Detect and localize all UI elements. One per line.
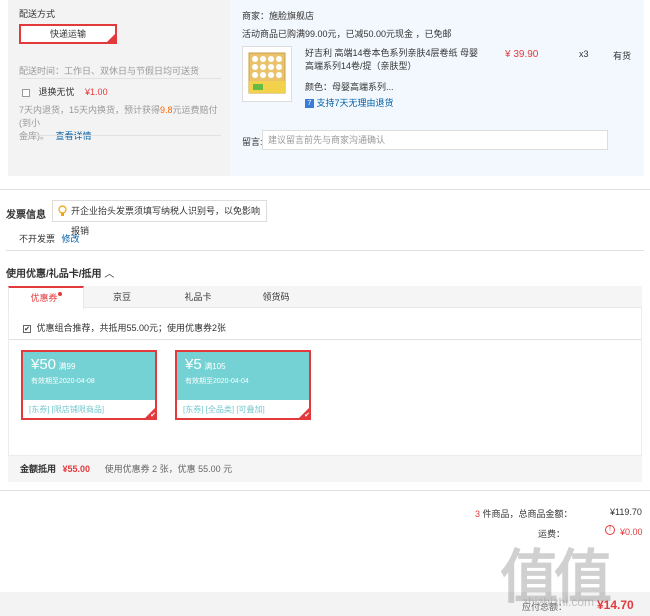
combo-option[interactable]: 优惠组合推荐，共抵用55.00元；使用优惠券2张 [23, 321, 226, 334]
coupon-summary: 金额抵用 ¥55.00 使用优惠券 2 张，优惠 55.00 元 [8, 456, 642, 482]
invoice-tip: 开企业抬头发票须填写纳税人识别号，以免影响报销 [52, 200, 267, 236]
coupon-amount: ¥50 [31, 356, 57, 373]
selected-check-icon: ✔ [105, 32, 117, 44]
coupon-card[interactable]: ¥5 满105 有效期至2020-04-04 [东券] [全品类] [可叠加] … [175, 350, 311, 420]
freight-amount: ¥0.00 [620, 527, 643, 537]
combo-checkbox[interactable] [23, 324, 31, 333]
combo-text: 优惠组合推荐，共抵用55.00元；使用优惠券2张 [36, 323, 227, 333]
coupon-header: ¥50 满99 有效期至2020-04-08 [23, 352, 155, 400]
coupon-tabs: 优惠券 京豆 礼品卡 领货码 [8, 286, 642, 309]
watermark-url: zhizhizhi.com [522, 595, 595, 609]
lightbulb-icon [58, 205, 67, 216]
return-desc-text-3: 金库)。 [19, 131, 49, 141]
coupon-tags: [东券] [全品类] [可叠加] [183, 405, 265, 414]
tab-coupons[interactable]: 优惠券 [8, 286, 84, 309]
shipping-title: 配送方式 [19, 9, 56, 19]
details-link[interactable]: 查看详情 [56, 131, 92, 141]
summary-label: 金额抵用 [20, 464, 57, 474]
divider [9, 339, 641, 340]
section-divider [0, 189, 650, 190]
product-image[interactable] [242, 46, 292, 102]
coupon-card[interactable]: ¥50 满99 有效期至2020-04-08 [东券] [限店铺限商品] ✔ [21, 350, 157, 420]
coupon-panel: 优惠组合推荐，共抵用55.00元；使用优惠券2张 ¥50 满99 有效期至202… [8, 308, 642, 456]
return-desc-amount: 9.8 [160, 105, 173, 115]
return-option[interactable]: 退换无忧 ¥1.00 [22, 85, 108, 98]
invoice-edit-link[interactable]: 修改 [62, 234, 80, 244]
shipping-method-button[interactable]: 快递运输 ✔ [19, 24, 117, 44]
summary-amount: ¥55.00 [62, 464, 91, 474]
invoice-status: 不开发票 修改 [19, 232, 80, 245]
goods-count-text: 件商品，总商品金额： [482, 509, 573, 519]
invoice-tip-text: 开企业抬头发票须填写纳税人识别号，以免影响报销 [71, 206, 261, 236]
promo-text: 活动商品已购满99.00元，已减50.00元现金 ，已免邮 [242, 29, 452, 39]
notification-dot-icon [57, 292, 62, 296]
product-name[interactable]: 好吉利 高端14卷本色系列亲肤4层卷纸 母婴 高端系列14卷/提（亲肤型） [305, 47, 478, 73]
product-qty: x3 [579, 49, 589, 59]
return-label: 退换无忧 [38, 87, 75, 97]
goods-count: 3 件商品，总商品金额： [475, 507, 573, 520]
coupon-condition: 满105 [204, 362, 226, 371]
selected-check-icon: ✔ [297, 406, 311, 420]
coupon-header: ¥5 满105 有效期至2020-04-04 [177, 352, 309, 400]
coupons-title[interactable]: 使用优惠/礼品卡/抵用 ︿ [6, 265, 114, 280]
coupon-tags: [东券] [限店铺限商品] [29, 405, 105, 414]
delivery-time: 配送时间：工作日、双休日与节假日均可送货 [19, 66, 200, 76]
selected-check-icon: ✔ [143, 406, 157, 420]
shipping-method-label: 快递运输 [49, 29, 86, 39]
product-name-line-2: 高端系列14卷/提（亲肤型） [305, 61, 417, 71]
return-badge-text: 支持7天无理由退货 [316, 98, 394, 108]
invoice-title: 发票信息 [6, 210, 46, 221]
return-desc-text: 7天内退货，15天内换货，预计获得 [19, 105, 161, 115]
tab-gift-card[interactable]: 礼品卡 [160, 286, 236, 308]
invoice-status-text: 不开发票 [19, 234, 56, 244]
return-checkbox[interactable] [22, 88, 30, 97]
merchant-name: 商家：施脸旗舰店 [242, 11, 315, 21]
coupon-condition: 满99 [58, 362, 76, 371]
toilet-paper-image-icon [248, 52, 286, 94]
goods-count-num: 3 [475, 509, 481, 519]
comment-input[interactable]: 建议留言前先与商家沟通确认 [262, 130, 608, 150]
divider [19, 135, 221, 136]
goods-total: ¥119.70 [610, 507, 642, 517]
product-stock: 有货 [613, 51, 632, 61]
comment-label: 留言: [242, 137, 263, 147]
return-badge: 7 支持7天无理由退货 [305, 96, 394, 109]
return-description: 7天内退货，15天内换货，预计获得9.8元运费赔付(到小 金库)。 查看详情 [19, 104, 224, 143]
chevron-up-icon: ︿ [104, 269, 115, 280]
tab-redeem-code[interactable]: 领货码 [238, 286, 314, 308]
section-divider [0, 490, 650, 491]
coupons-title-text: 使用优惠/礼品卡/抵用 [6, 269, 102, 280]
product-color: 颜色：母婴高端系列... [305, 82, 394, 92]
coupon-validity: 有效期至2020-04-08 [31, 378, 95, 385]
tab-coupons-label: 优惠券 [30, 293, 58, 303]
coupon-amount: ¥5 [185, 356, 202, 373]
summary-desc: 使用优惠券 2 张，优惠 55.00 元 [104, 464, 233, 474]
tab-jingdou[interactable]: 京豆 [84, 286, 160, 308]
return-price: ¥1.00 [85, 87, 108, 97]
return-badge-icon: 7 [305, 99, 314, 109]
coupon-validity: 有效期至2020-04-04 [185, 378, 249, 385]
divider [19, 78, 221, 79]
product-price: ¥ 39.90 [505, 49, 539, 60]
product-name-line-1: 好吉利 高端14卷本色系列亲肤4层卷纸 母婴 [305, 48, 479, 58]
section-divider [6, 250, 644, 251]
